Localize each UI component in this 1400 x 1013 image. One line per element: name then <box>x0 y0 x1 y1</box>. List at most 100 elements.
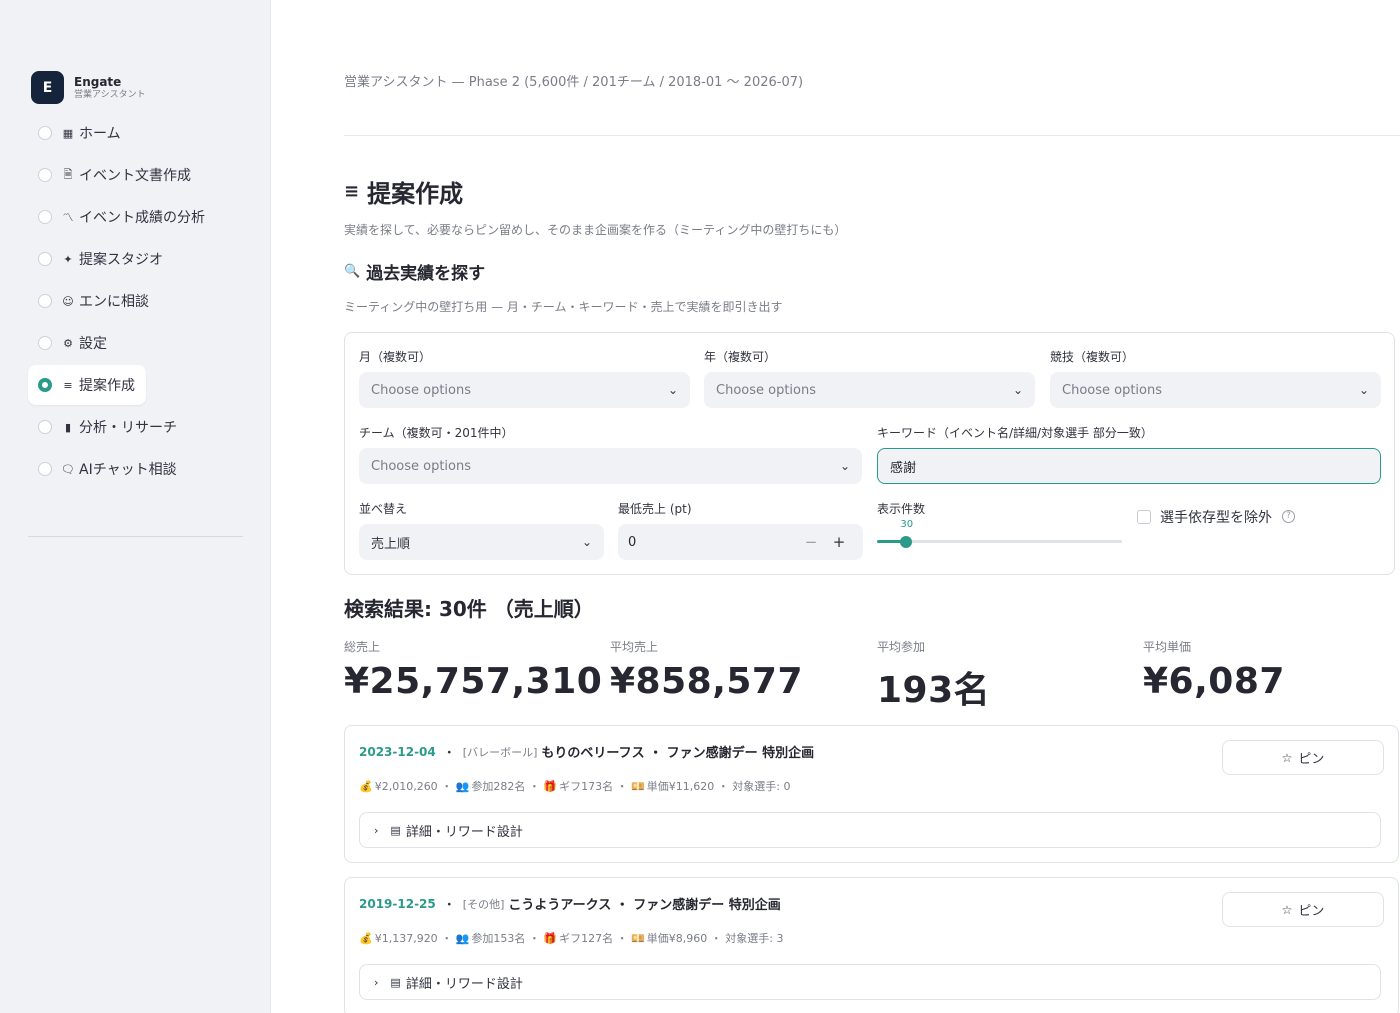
month-placeholder: Choose options <box>371 382 472 398</box>
metric-value: ¥6,087 <box>1143 661 1285 702</box>
brand-text: Engate 営業アシスタント <box>74 75 146 101</box>
metric-value: 193名 <box>877 670 991 711</box>
radio-icon[interactable] <box>38 336 52 350</box>
exclude-player-label[interactable]: 選手依存型を除外 <box>1160 507 1272 527</box>
radio-icon[interactable] <box>38 126 52 140</box>
breadcrumb: 営業アシスタント — Phase 2 (5,600件 / 201チーム / 20… <box>344 75 804 90</box>
sidebar-item-label: エンに相談 <box>79 294 149 310</box>
increment-button[interactable]: + <box>825 533 853 551</box>
chevron-right-icon: › <box>374 823 379 837</box>
metric-avg-sales: 平均売上 ¥858,577 <box>610 638 803 702</box>
year-multiselect[interactable]: Choose options ⌄ <box>704 372 1035 408</box>
brand-logo: E <box>31 71 64 104</box>
chevron-down-icon: ⌄ <box>667 383 678 397</box>
sidebar-item-label: ホーム <box>79 126 121 142</box>
expander-label: 詳細・リワード設計 <box>405 824 523 840</box>
metric-label: 平均売上 <box>610 640 659 654</box>
card-unit-price: 単価¥8,960 <box>646 932 708 945</box>
radio-icon[interactable] <box>38 252 52 266</box>
sidebar-item-analysis-research[interactable]: ▮ 分析・リサーチ <box>28 407 258 447</box>
sidebar-item-home[interactable]: ▦ ホーム <box>28 113 258 153</box>
sidebar-item-consult-en[interactable]: ☺ エンに相談 <box>28 281 258 321</box>
metric-value: ¥858,577 <box>610 661 804 702</box>
expander-label: 詳細・リワード設計 <box>405 976 523 992</box>
support-icon: ☺ <box>62 294 74 308</box>
card-target: 対象選手: 3 <box>725 932 784 945</box>
team-multiselect[interactable]: Choose options ⌄ <box>359 448 862 484</box>
page-description: 実績を探して、必要ならピン留めし、そのまま企画案を作る（ミーティング中の壁打ちに… <box>344 223 847 237</box>
metric-avg-unit-price: 平均単価 ¥6,087 <box>1143 638 1285 702</box>
people-icon: 👥 <box>455 780 470 793</box>
metric-value: ¥25,757,310 <box>344 661 603 702</box>
keyword-input[interactable]: 感謝 <box>877 448 1381 484</box>
list-icon: ▤ <box>390 975 401 989</box>
chat-icon: 🗨 <box>61 462 75 476</box>
radio-icon[interactable] <box>38 210 52 224</box>
sidebar-item-label: 分析・リサーチ <box>79 420 177 436</box>
card-unit-price: 単価¥11,620 <box>646 780 715 793</box>
radio-icon[interactable] <box>38 168 52 182</box>
card-genre: [バレーボール] <box>462 745 538 759</box>
sidebar-item-event-analysis[interactable]: 〽 イベント成績の分析 <box>28 197 258 237</box>
brand-name: Engate <box>74 74 122 89</box>
sidebar-item-label: 提案スタジオ <box>79 252 163 268</box>
count-slider-thumb[interactable] <box>900 536 913 548</box>
sidebar-item-proposal-studio[interactable]: ✦ 提案スタジオ <box>28 239 258 279</box>
pin-label: ピン <box>1298 752 1325 767</box>
chevron-right-icon: › <box>374 975 379 989</box>
metric-total-sales: 総売上 ¥25,757,310 <box>344 638 602 702</box>
decrement-button[interactable]: − <box>797 533 825 551</box>
metric-label: 総売上 <box>344 640 381 654</box>
help-icon[interactable]: ? <box>1282 510 1295 523</box>
chevron-down-icon: ⌄ <box>839 459 850 473</box>
sidebar-item-proposal-create[interactable]: ≡ 提案作成 <box>28 365 146 405</box>
page-title-text: 提案作成 <box>367 180 464 208</box>
sidebar: E Engate 営業アシスタント ▦ ホーム 🗎 イベント文書作成 〽 イベン… <box>0 0 271 1013</box>
sport-label: 競技（複数可） <box>1050 350 1135 364</box>
brand-subtitle: 営業アシスタント <box>74 89 146 100</box>
keyword-label: キーワード（イベント名/詳細/対象選手 部分一致） <box>877 426 1153 440</box>
card-gifts: ギフ127名 <box>559 932 614 945</box>
sidebar-item-settings[interactable]: ⚙ 設定 <box>28 323 258 363</box>
pin-button[interactable]: ☆ ピン <box>1222 892 1384 927</box>
team-placeholder: Choose options <box>371 458 472 474</box>
main-content: 営業アシスタント — Phase 2 (5,600件 / 201チーム / 20… <box>272 0 1400 1013</box>
card-date: 2019-12-25 <box>359 896 436 911</box>
exclude-player-checkbox[interactable] <box>1137 510 1151 524</box>
radio-icon[interactable] <box>38 294 52 308</box>
min-sales-value[interactable]: 0 <box>628 535 797 550</box>
radio-icon[interactable] <box>38 462 52 476</box>
sidebar-item-ai-chat[interactable]: 🗨 AIチャット相談 <box>28 449 258 489</box>
star-icon: ☆ <box>1281 750 1293 765</box>
sidebar-item-label: イベント成績の分析 <box>79 210 205 226</box>
sidebar-item-label: 提案作成 <box>79 378 135 394</box>
radio-icon[interactable] <box>38 420 52 434</box>
sport-multiselect[interactable]: Choose options ⌄ <box>1050 372 1381 408</box>
banknote-icon: 💴 <box>631 932 645 945</box>
results-title: 検索結果: 30件 （売上順） <box>344 597 594 621</box>
gear-icon: ⚙ <box>63 336 73 350</box>
sidebar-item-label: イベント文書作成 <box>79 168 191 184</box>
sidebar-item-event-doc[interactable]: 🗎 イベント文書作成 <box>28 155 258 195</box>
min-sales-input[interactable]: 0 − + <box>618 524 863 560</box>
radio-selected-icon[interactable] <box>38 378 52 392</box>
list-icon: ▤ <box>390 823 401 837</box>
bar-chart-icon: ▮ <box>64 420 72 434</box>
details-expander[interactable]: › ▤ 詳細・リワード設計 <box>359 964 1381 1000</box>
page-title: ≡ 提案作成 <box>344 174 463 209</box>
count-slider-track[interactable] <box>877 540 1122 543</box>
people-icon: 👥 <box>455 932 470 945</box>
month-multiselect[interactable]: Choose options ⌄ <box>359 372 690 408</box>
sidebar-nav: ▦ ホーム 🗎 イベント文書作成 〽 イベント成績の分析 ✦ 提案スタジオ ☺ … <box>28 113 258 491</box>
card-participants: 参加282名 <box>471 780 526 793</box>
sidebar-item-label: 設定 <box>79 336 107 352</box>
count-slider-value: 30 <box>900 519 914 530</box>
details-expander[interactable]: › ▤ 詳細・リワード設計 <box>359 812 1381 848</box>
edit-list-icon: ≡ <box>344 181 360 202</box>
pin-button[interactable]: ☆ ピン <box>1222 740 1384 775</box>
card-sales: ¥1,137,920 <box>374 932 438 945</box>
trend-icon: 〽 <box>62 211 74 224</box>
result-card: 2023-12-04 ・ [バレーボール] もりのベリーフス ・ ファン感謝デー… <box>344 725 1399 863</box>
sort-select[interactable]: 売上順 ⌄ <box>359 524 604 560</box>
card-genre: [その他] <box>462 897 505 911</box>
